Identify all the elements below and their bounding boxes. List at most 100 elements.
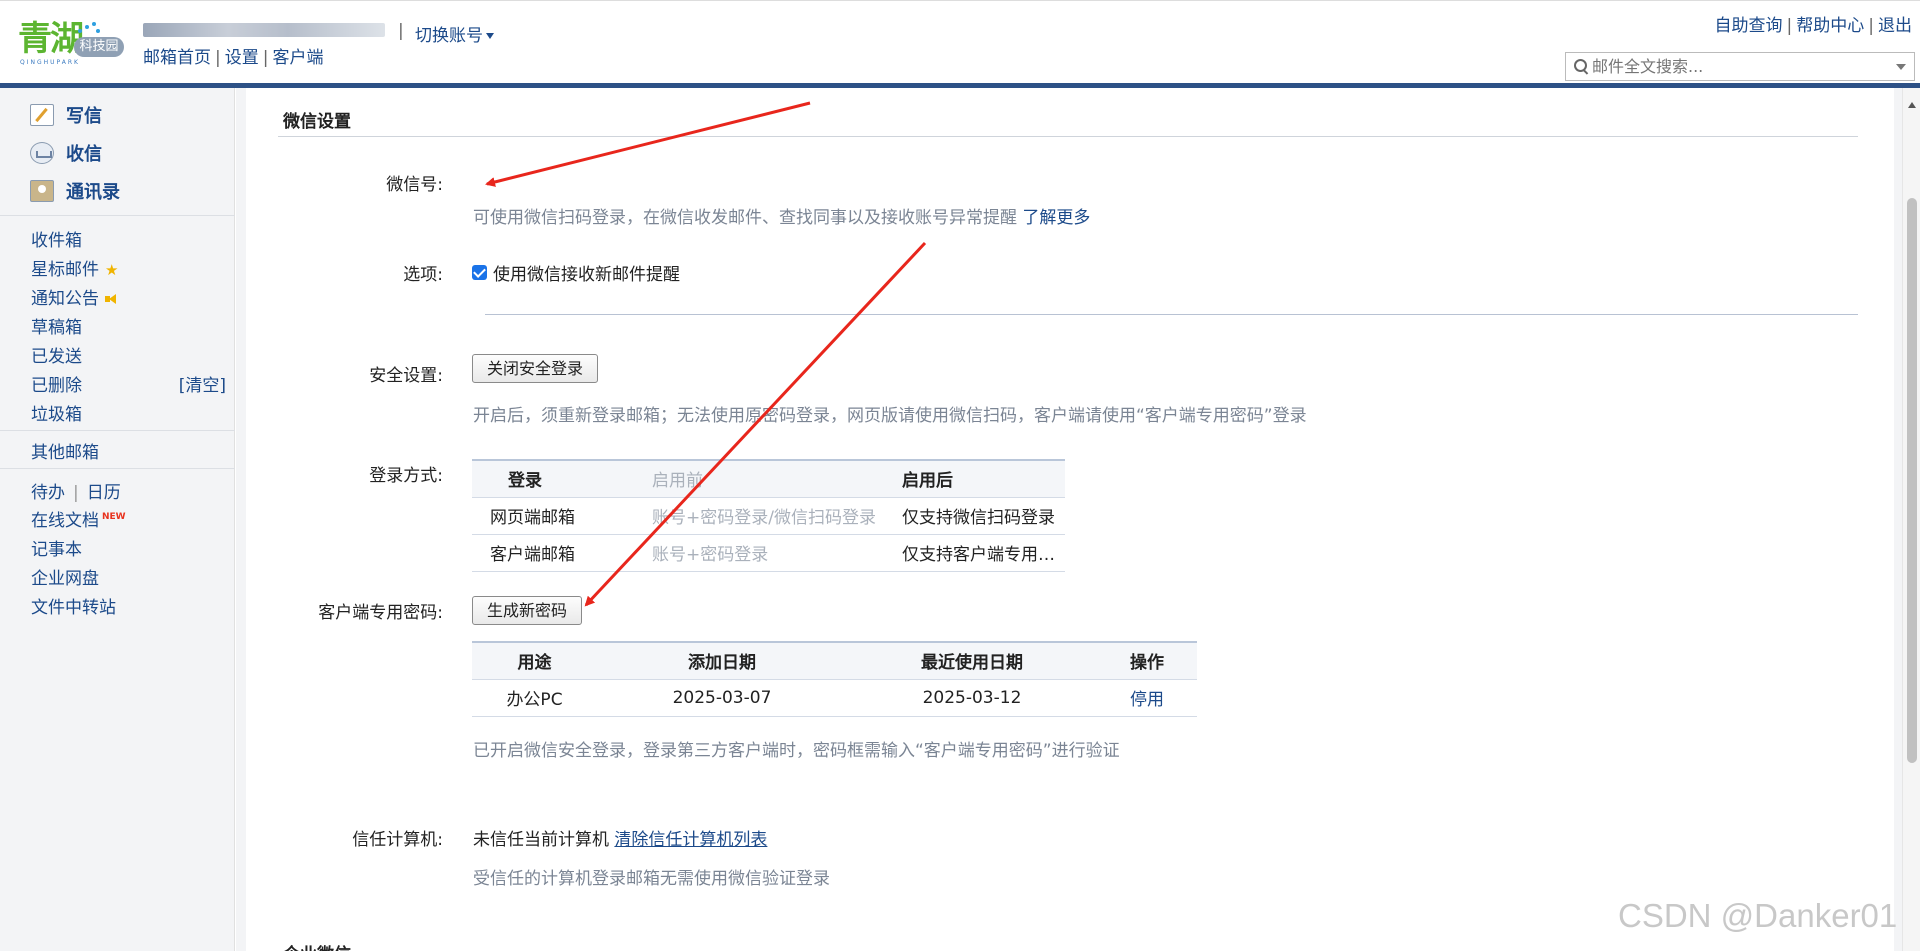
generate-password-button[interactable]: 生成新密码 [472,596,583,625]
write-icon [30,104,54,126]
sidebar-item-label: 通知公告 [31,289,99,309]
logo-text: 青湖 [18,19,84,59]
scrollbar-thumb[interactable] [1907,198,1917,763]
col-before: 启用前 [642,460,892,498]
sidebar-divider [0,430,235,431]
compose-button[interactable]: 写信 [30,102,102,128]
sidebar-item-todo-calendar: 待办 | 日历 [31,483,121,503]
inbox-icon [30,142,54,164]
logo[interactable]: 青湖 科技园 QINGHUPARK [18,19,126,67]
checkbox-checked-icon[interactable] [472,265,487,280]
help-center-link[interactable]: 帮助中心 [1796,16,1864,36]
password-description: 已开启微信安全登录，登录第三方客户端时，密码框需输入“客户端专用密码”进行验证 [473,741,1120,761]
header: 青湖 科技园 QINGHUPARK | 切换账号 邮箱首页 | 设置 | 客户端 自助查… [0,0,1920,83]
sidebar-item-netdisk[interactable]: 企业网盘 [31,564,99,589]
password-table: 用途 添加日期 最近使用日期 操作 办公PC 2025-03-07 2025-0… [472,641,1197,717]
col-after: 启用后 [892,460,1065,498]
cell: 网页端邮箱 [472,497,642,535]
cell: 2025-03-12 [847,679,1097,717]
next-section-title: 企业微信 [283,940,351,951]
sidebar-item-spam[interactable]: 垃圾箱 [31,400,82,425]
nav-client[interactable]: 客户端 [272,48,323,68]
top-nav: 邮箱首页 | 设置 | 客户端 [143,48,324,68]
new-badge: NEW [102,512,126,523]
contacts-icon [30,180,54,202]
scrollbar[interactable] [1902,88,1920,951]
col-action: 操作 [1097,642,1197,680]
speaker-icon [105,294,117,304]
learn-more-link[interactable]: 了解更多 [1022,208,1090,228]
sidebar-item-starred[interactable]: 星标邮件 ★ [31,255,118,280]
switch-account-dropdown[interactable]: 切换账号 [415,21,494,46]
watermark: CSDN @Danker01 [1618,897,1898,934]
calendar-link[interactable]: 日历 [87,483,121,503]
cell: 账号+密码登录/微信扫码登录 [642,497,892,535]
sidebar-divider [0,215,235,216]
chevron-down-icon[interactable] [1896,64,1906,70]
sidebar-item-inbox[interactable]: 收件箱 [31,226,82,251]
sidebar-item-label: 星标邮件 [31,260,99,280]
search-box [1565,52,1915,81]
cell: 2025-03-07 [597,679,847,717]
table-row: 客户端邮箱 账号+密码登录 仅支持客户端专用… [472,534,1065,572]
sidebar-item-drafts[interactable]: 草稿箱 [31,313,82,338]
col-login: 登录 [472,460,642,498]
receive-label: 收信 [66,144,102,165]
sidebar-divider [0,468,235,469]
logo-subtitle: QINGHUPARK [20,59,80,66]
clear-trusted-list-link[interactable]: 清除信任计算机列表 [614,830,767,850]
sidebar-item-online-docs[interactable]: 在线文档 NEW [31,506,126,531]
section-divider [278,136,1858,137]
security-description: 开启后，须重新登录邮箱；无法使用原密码登录，网页版请使用微信扫码，客户端请使用“… [473,406,1307,426]
trust-status-text: 未信任当前计算机 [473,830,609,850]
cell: 账号+密码登录 [642,534,892,572]
wechat-notify-checkbox[interactable]: 使用微信接收新邮件提醒 [472,260,680,285]
table-row: 办公PC 2025-03-07 2025-03-12 停用 [472,679,1197,717]
scroll-up-icon[interactable] [1908,102,1916,108]
sidebar-item-notepad[interactable]: 记事本 [31,535,82,560]
star-icon: ★ [105,261,119,279]
section-divider [485,314,1858,315]
sidebar-item-deleted[interactable]: 已删除 [31,371,82,396]
nav-mail-home[interactable]: 邮箱首页 [143,48,211,68]
self-service-link[interactable]: 自助查询 [1715,16,1783,36]
search-icon [1574,59,1588,73]
wechat-label: 微信号: [386,175,443,195]
top-right-links: 自助查询 | 帮助中心 | 退出 [1714,16,1912,36]
sidebar: 写信 收信 通讯录 收件箱 星标邮件 ★ 通知公告 草稿箱 已发送 已删除 [清空… [0,88,235,951]
trusted-computer-status: 未信任当前计算机 清除信任计算机列表 [473,825,767,850]
disable-password-link[interactable]: 停用 [1130,690,1164,710]
sidebar-item-sent[interactable]: 已发送 [31,342,82,367]
cell: 客户端邮箱 [472,534,642,572]
todo-link[interactable]: 待办 [31,483,65,503]
sidebar-item-file-transfer[interactable]: 文件中转站 [31,593,116,618]
cell: 仅支持客户端专用… [892,534,1065,572]
section-title: 微信设置 [283,112,351,132]
cell: 停用 [1097,679,1197,717]
table-header-row: 登录 启用前 启用后 [472,460,1065,498]
options-label: 选项: [403,265,443,285]
clear-deleted-link[interactable]: [清空] [179,371,226,396]
close-secure-login-button[interactable]: 关闭安全登录 [472,354,599,383]
login-method-label: 登录方式: [369,466,443,486]
trusted-computer-label: 信任计算机: [352,830,443,850]
contacts-label: 通讯录 [66,182,120,203]
logo-dots-icon [76,21,102,35]
logout-link[interactable]: 退出 [1878,16,1912,36]
wechat-description: 可使用微信扫码登录，在微信收发邮件、查找同事以及接收账号异常提醒 了解更多 [473,203,1090,228]
client-password-label: 客户端专用密码: [318,603,443,623]
nav-settings[interactable]: 设置 [225,48,259,68]
col-last-used: 最近使用日期 [847,642,1097,680]
sidebar-item-label: 在线文档 [31,511,99,531]
account-name-blurred [143,23,385,37]
sidebar-item-other-mail[interactable]: 其他邮箱 [31,438,99,463]
contacts-button[interactable]: 通讯录 [30,178,120,204]
account-separator: | [398,21,404,41]
receive-button[interactable]: 收信 [30,140,102,166]
wechat-desc-text: 可使用微信扫码登录，在微信收发邮件、查找同事以及接收账号异常提醒 [473,208,1017,228]
trusted-computer-description: 受信任的计算机登录邮箱无需使用微信验证登录 [473,869,830,889]
search-input[interactable] [1592,55,1882,78]
cell: 仅支持微信扫码登录 [892,497,1065,535]
security-label: 安全设置: [369,366,443,386]
sidebar-item-notices[interactable]: 通知公告 [31,284,117,309]
